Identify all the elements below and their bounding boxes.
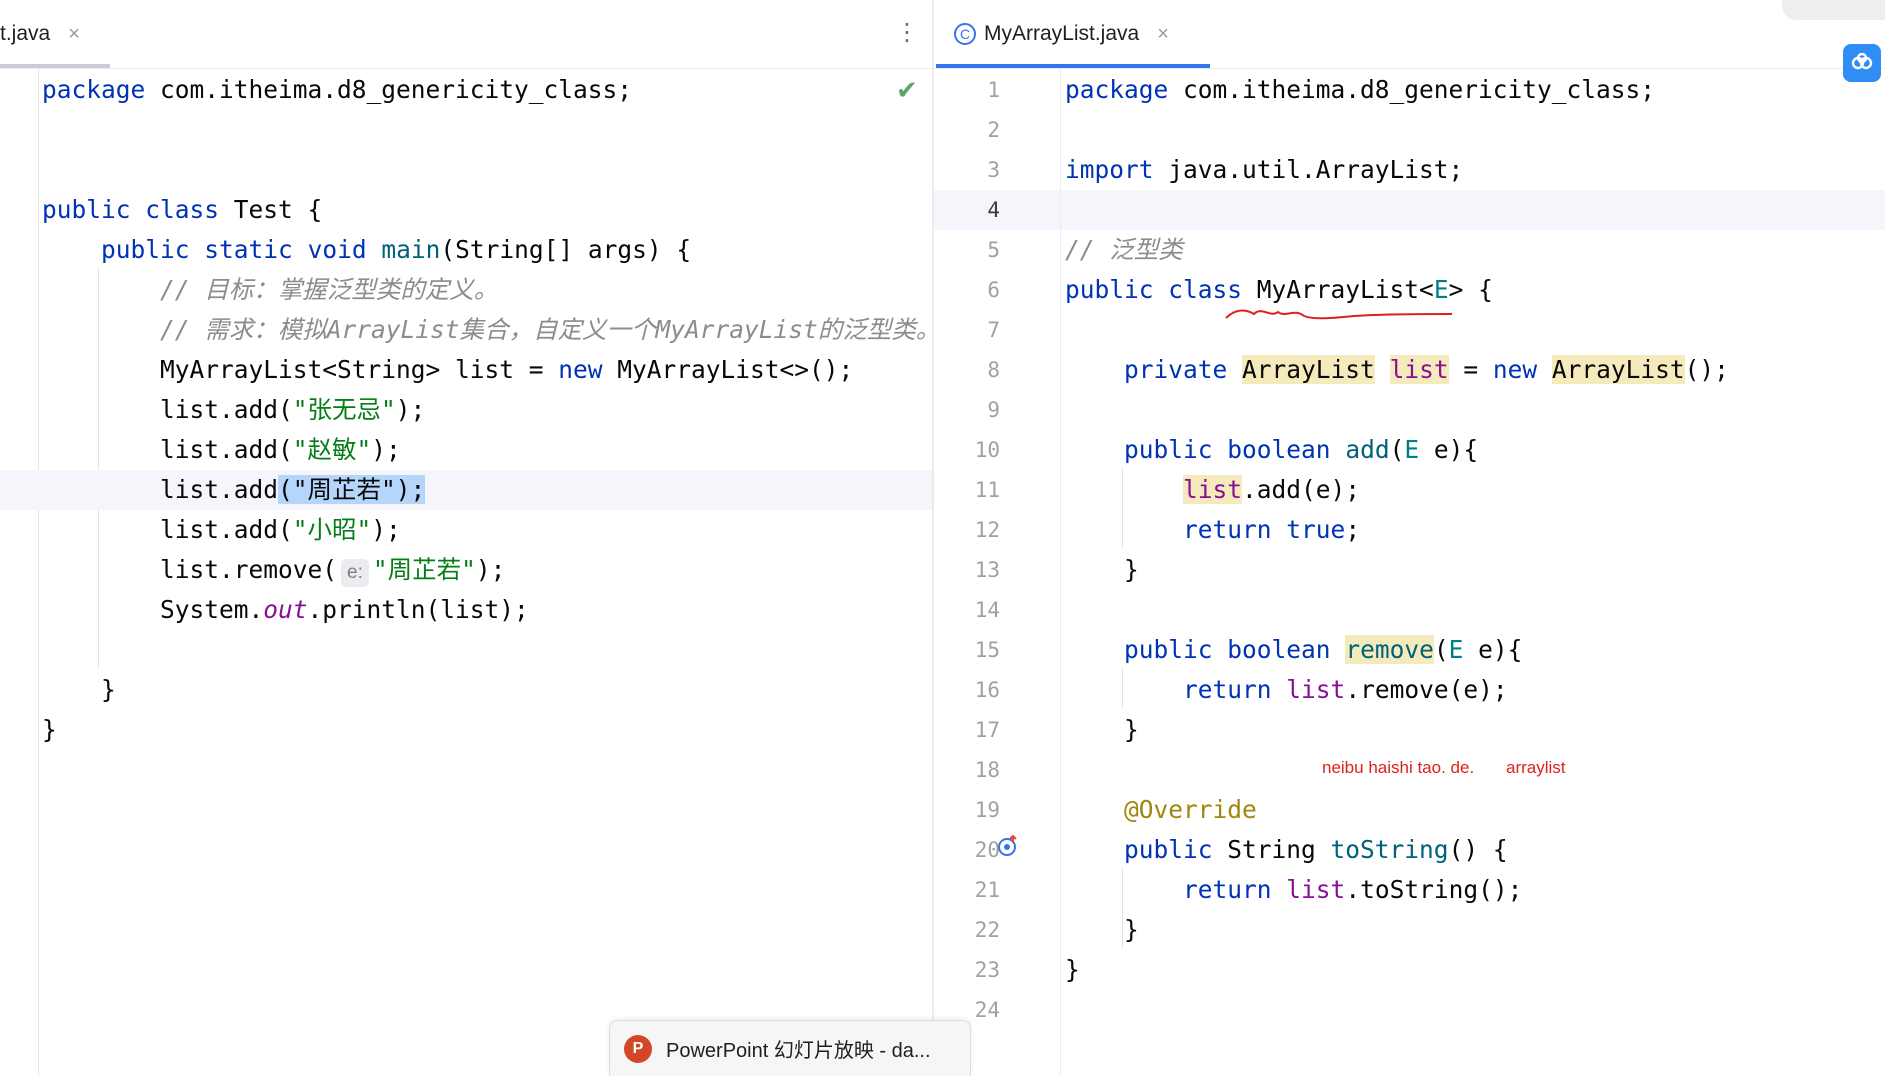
code-line: list.add("小昭"); xyxy=(42,515,401,544)
code-line: public boolean add(E e){ xyxy=(1124,435,1479,464)
code-line: } xyxy=(1124,555,1139,584)
tab-label: t.java xyxy=(0,22,51,45)
left-editor-pane: t.java × ⋮ ✔ package com.itheima.d8_gene… xyxy=(0,0,932,1075)
code-line: return true; xyxy=(1183,515,1361,544)
close-icon[interactable]: × xyxy=(68,23,80,46)
floating-assistant-button[interactable] xyxy=(1843,44,1881,82)
powerpoint-icon: P xyxy=(624,1034,652,1063)
right-code-area[interactable]: package com.itheima.d8_genericity_class;… xyxy=(934,68,1885,1075)
code-line: package com.itheima.d8_genericity_class; xyxy=(1065,75,1656,104)
code-line: list.add("赵敏"); xyxy=(42,435,401,464)
code-line: public class Test { xyxy=(42,195,323,224)
more-options-icon[interactable]: ⋮ xyxy=(895,18,919,46)
code-line: } xyxy=(1124,715,1139,744)
tab-label: MyArrayList.java xyxy=(984,22,1140,45)
annotation-note: neibu haishi tao. de. xyxy=(1322,758,1475,777)
code-line: import java.util.ArrayList; xyxy=(1065,155,1464,184)
code-line: } xyxy=(42,715,57,744)
taskbar-powerpoint-item[interactable]: P PowerPoint 幻灯片放映 - da... xyxy=(609,1020,971,1076)
cloud-link-icon xyxy=(1851,53,1873,70)
code-line: MyArrayList<String> list = new MyArrayLi… xyxy=(42,355,854,384)
close-icon[interactable]: × xyxy=(1157,23,1169,46)
code-line: public String toString() { xyxy=(1124,835,1508,864)
code-line: // 目标：掌握泛型类的定义。 xyxy=(42,275,499,304)
code-line: list.add(e); xyxy=(1183,475,1361,504)
code-line: private ArrayList list = new ArrayList()… xyxy=(1124,355,1729,384)
tab-test-java[interactable]: t.java × xyxy=(0,0,80,68)
parameter-hint: e: xyxy=(341,559,369,587)
annotation-note: arraylist xyxy=(1506,758,1566,777)
code-line: } xyxy=(1065,955,1080,984)
code-line: } xyxy=(1124,915,1139,944)
code-line-current: list.add("周芷若"); xyxy=(0,470,932,510)
code-line: return list.remove(e); xyxy=(1183,675,1508,704)
code-line: // 泛型类 xyxy=(1065,235,1183,264)
code-line: package com.itheima.d8_genericity_class; xyxy=(42,75,633,104)
right-tab-bar: C MyArrayList.java × xyxy=(934,0,1885,69)
code-line: public boolean remove(E e){ xyxy=(1124,635,1523,664)
class-icon: C xyxy=(954,23,976,45)
code-line: System.out.println(list); xyxy=(42,595,529,624)
left-tab-bar: t.java × ⋮ xyxy=(0,0,932,69)
taskbar-label: PowerPoint 幻灯片放映 - da... xyxy=(666,1040,931,1062)
tab-myarraylist-java[interactable]: C MyArrayList.java × xyxy=(954,0,1169,68)
code-line: } xyxy=(42,675,116,704)
right-editor-pane: C MyArrayList.java × 1 2 3 4 5 6 7 8 9 10 11 12 13 14… xyxy=(934,0,1885,1075)
overlay-corner-widget xyxy=(1782,0,1885,20)
handwritten-underline xyxy=(1225,309,1453,320)
selected-text: ("周芷若"); xyxy=(278,475,426,504)
code-line: // 需求：模拟ArrayList集合，自定义一个MyArrayList的泛型类… xyxy=(42,315,932,344)
code-line: public static void main(String[] args) { xyxy=(101,235,692,264)
code-line: list.remove(e: "周芷若"); xyxy=(0,550,932,590)
left-code-area[interactable]: package com.itheima.d8_genericity_class;… xyxy=(0,68,932,1075)
code-line: @Override xyxy=(1124,795,1257,824)
code-line: list.add("张无忌"); xyxy=(42,395,426,424)
code-line: return list.toString(); xyxy=(1183,875,1523,904)
